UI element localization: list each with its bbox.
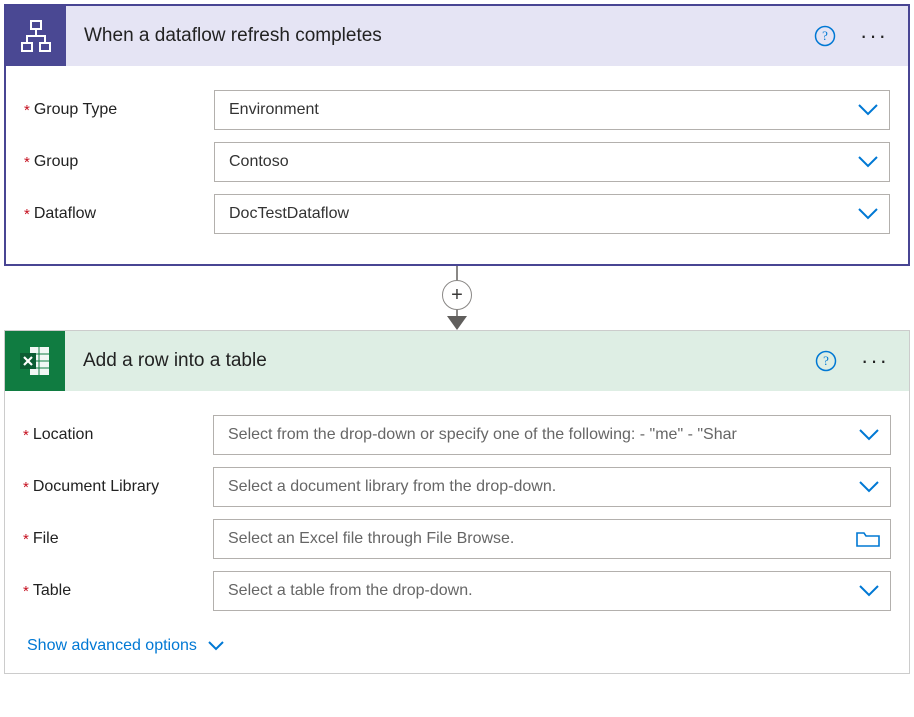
action-card: Add a row into a table ? ··· *Location S… — [4, 330, 910, 674]
file-label: *File — [23, 530, 213, 548]
show-advanced-options-link[interactable]: Show advanced options — [27, 637, 225, 655]
location-label: *Location — [23, 426, 213, 444]
help-icon[interactable]: ? — [815, 350, 837, 372]
chevron-down-icon — [857, 207, 879, 221]
group-label: *Group — [24, 153, 214, 171]
dataflow-label: *Dataflow — [24, 205, 214, 223]
chevron-down-icon — [858, 428, 880, 442]
chevron-down-icon — [207, 640, 225, 652]
dataflow-icon — [6, 6, 66, 66]
action-header[interactable]: Add a row into a table ? ··· — [5, 331, 909, 391]
chevron-down-icon — [857, 103, 879, 117]
location-select[interactable]: Select from the drop-down or specify one… — [213, 415, 891, 455]
table-select[interactable]: Select a table from the drop-down. — [213, 571, 891, 611]
document-library-select[interactable]: Select a document library from the drop-… — [213, 467, 891, 507]
more-menu-icon[interactable]: ··· — [856, 23, 892, 49]
folder-icon — [856, 530, 880, 548]
chevron-down-icon — [858, 584, 880, 598]
trigger-header[interactable]: When a dataflow refresh completes ? ··· — [6, 6, 908, 66]
document-library-label: *Document Library — [23, 478, 213, 496]
svg-text:?: ? — [822, 28, 828, 43]
arrow-down-icon — [447, 316, 467, 330]
file-browse[interactable]: Select an Excel file through File Browse… — [213, 519, 891, 559]
add-step-button[interactable]: + — [442, 280, 472, 310]
help-icon[interactable]: ? — [814, 25, 836, 47]
table-label: *Table — [23, 582, 213, 600]
trigger-body: *Group Type Environment *Group Contoso *… — [6, 66, 908, 264]
more-menu-icon[interactable]: ··· — [857, 348, 893, 374]
chevron-down-icon — [857, 155, 879, 169]
trigger-card: When a dataflow refresh completes ? ··· … — [4, 4, 910, 266]
action-body: *Location Select from the drop-down or s… — [5, 391, 909, 673]
chevron-down-icon — [858, 480, 880, 494]
action-title: Add a row into a table — [65, 350, 815, 372]
excel-icon — [5, 331, 65, 391]
trigger-title: When a dataflow refresh completes — [66, 25, 814, 47]
svg-text:?: ? — [823, 353, 829, 368]
flow-connector: + — [4, 266, 910, 330]
group-type-select[interactable]: Environment — [214, 90, 890, 130]
group-select[interactable]: Contoso — [214, 142, 890, 182]
group-type-label: *Group Type — [24, 101, 214, 119]
dataflow-select[interactable]: DocTestDataflow — [214, 194, 890, 234]
